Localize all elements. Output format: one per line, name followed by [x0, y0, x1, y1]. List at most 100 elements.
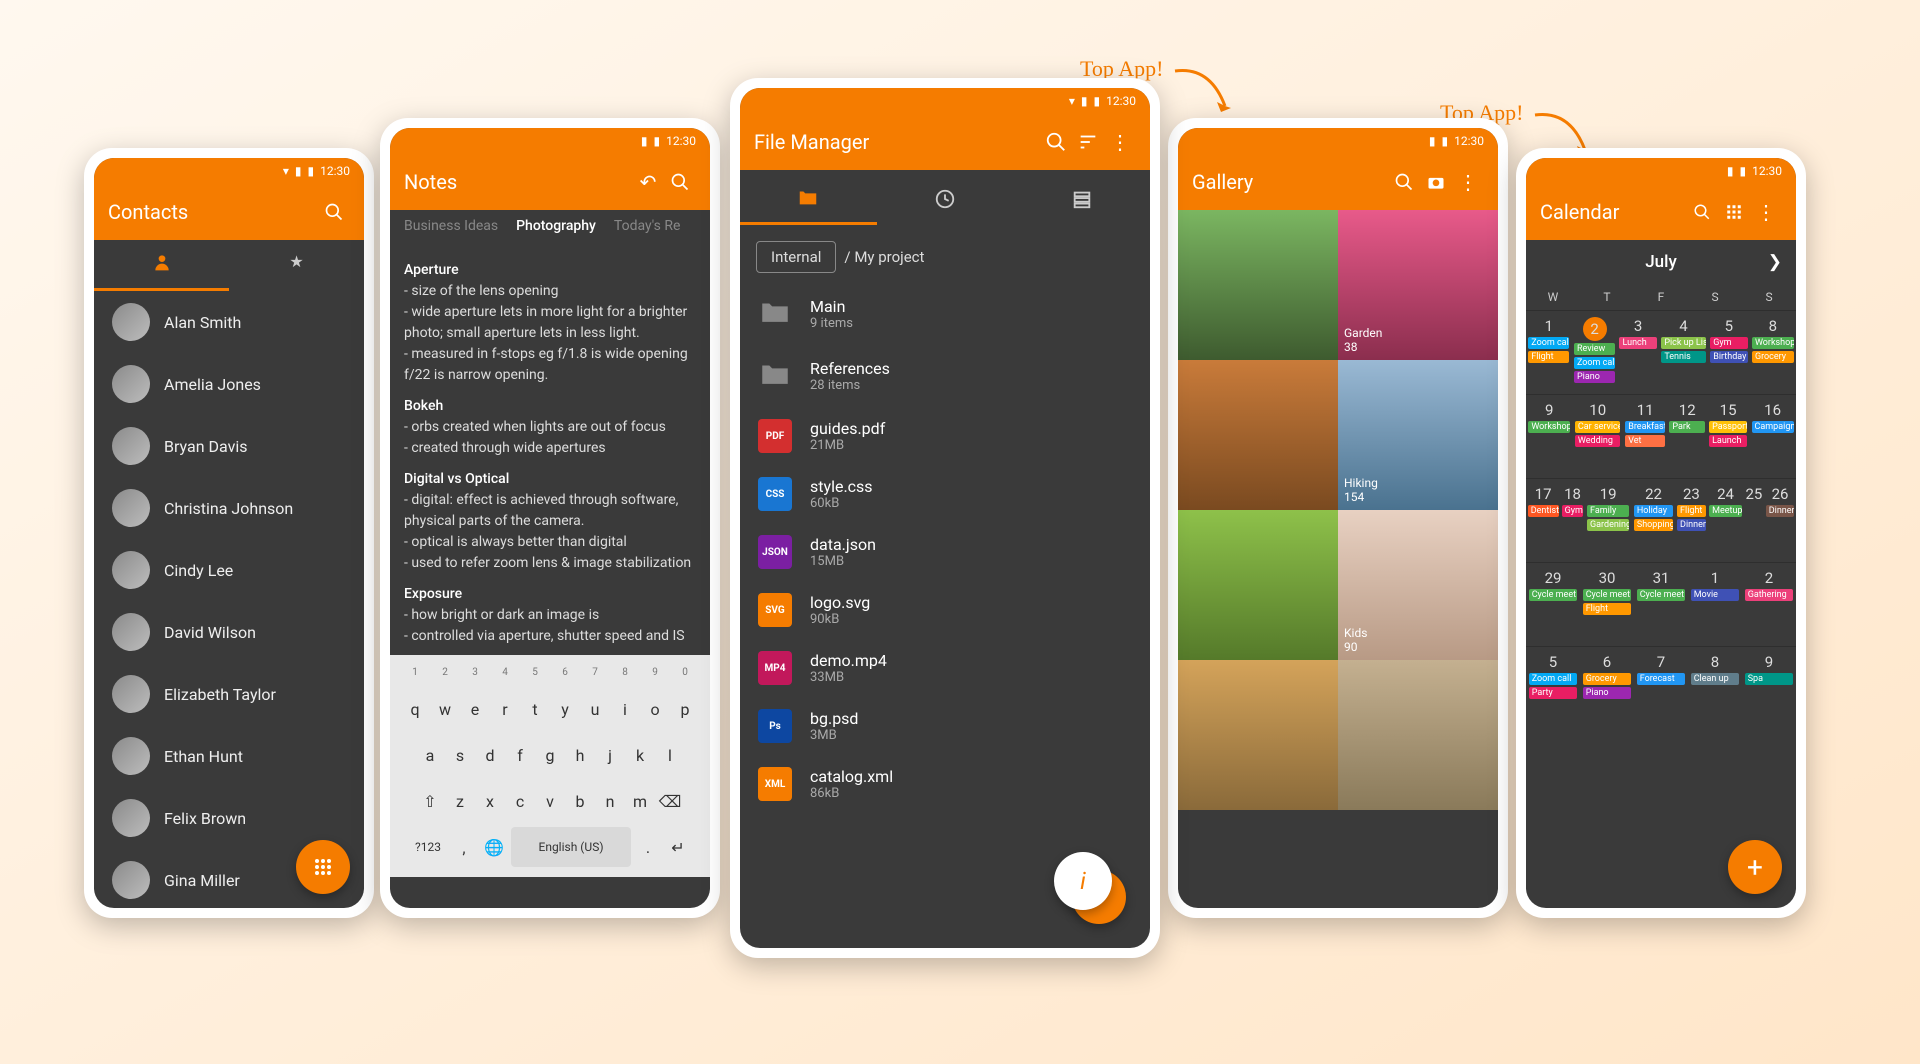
key[interactable]: 5 [522, 661, 548, 683]
date-cell[interactable]: 26Dinner [1764, 478, 1796, 562]
breadcrumb-path[interactable]: / My project [844, 248, 924, 266]
key[interactable]: k [627, 735, 653, 775]
key[interactable]: f [507, 735, 533, 775]
event-chip[interactable]: Holiday [1634, 505, 1673, 517]
event-chip[interactable]: Piano [1583, 687, 1632, 699]
contact-row[interactable]: Amelia Jones [94, 353, 364, 415]
contact-row[interactable]: Cindy Lee [94, 539, 364, 601]
album-thumb[interactable] [1178, 210, 1338, 360]
file-row[interactable]: References28 items [740, 345, 1150, 407]
info-fab[interactable]: i [1054, 852, 1112, 910]
undo-icon[interactable]: ↶ [632, 166, 664, 198]
date-grid[interactable]: 1Zoom callFlight2ReviewZoom callPiano3Lu… [1526, 310, 1796, 730]
file-list[interactable]: Main9 itemsReferences28 itemsPDFguides.p… [740, 283, 1150, 948]
date-cell[interactable]: 10Car serviceWedding [1572, 394, 1623, 478]
event-chip[interactable]: Zoom call [1574, 357, 1615, 369]
file-row[interactable]: CSSstyle.css60kB [740, 465, 1150, 523]
event-chip[interactable]: Lunch [1619, 337, 1656, 349]
event-chip[interactable]: Forecast [1637, 673, 1686, 685]
event-chip[interactable]: Clean up [1691, 673, 1740, 685]
event-chip[interactable]: Movie [1691, 589, 1740, 601]
event-chip[interactable]: Workshop [1528, 421, 1570, 433]
breadcrumb-root[interactable]: Internal [756, 241, 836, 273]
key[interactable]: l [657, 735, 683, 775]
event-chip[interactable]: Pick up Lis [1661, 337, 1705, 349]
key[interactable]: 3 [462, 661, 488, 683]
key[interactable]: m [627, 781, 653, 821]
key[interactable]: r [492, 689, 518, 729]
overflow-icon[interactable]: ⋮ [1452, 166, 1484, 198]
key[interactable]: 9 [642, 661, 668, 683]
key[interactable]: p [672, 689, 698, 729]
key[interactable]: v [537, 781, 563, 821]
date-cell[interactable]: 16Campaign [1749, 394, 1796, 478]
note-body[interactable]: Aperture- size of the lens opening- wide… [390, 242, 710, 655]
key[interactable]: b [567, 781, 593, 821]
event-chip[interactable]: Vet [1625, 435, 1665, 447]
event-chip[interactable]: Family [1587, 505, 1629, 517]
event-chip[interactable]: Gym [1710, 337, 1747, 349]
event-chip[interactable]: Meetup [1709, 505, 1742, 517]
key[interactable]: w [432, 689, 458, 729]
date-cell[interactable]: 19FamilyGardening [1585, 478, 1632, 562]
date-cell[interactable]: 8WorkshopGrocery [1750, 310, 1796, 394]
key[interactable]: h [567, 735, 593, 775]
tab-contacts[interactable] [94, 240, 229, 291]
file-row[interactable]: SVGlogo.svg90kB [740, 581, 1150, 639]
event-chip[interactable]: Park [1669, 421, 1705, 433]
event-chip[interactable]: Piano [1574, 371, 1615, 383]
search-icon[interactable] [1388, 166, 1420, 198]
date-cell[interactable]: 12Park [1667, 394, 1707, 478]
grid-icon[interactable] [1718, 196, 1750, 228]
key[interactable]: j [597, 735, 623, 775]
contact-row[interactable]: Alan Smith [94, 291, 364, 353]
key[interactable]: u [582, 689, 608, 729]
file-row[interactable]: MP4demo.mp433MB [740, 639, 1150, 697]
enter-key[interactable]: ↵ [665, 827, 691, 867]
event-chip[interactable]: Party [1529, 687, 1578, 699]
camera-icon[interactable] [1420, 166, 1452, 198]
date-cell[interactable]: 5GymBirthday [1708, 310, 1749, 394]
album-thumb[interactable]: Hiking154 [1338, 360, 1498, 510]
key[interactable]: q [402, 689, 428, 729]
contact-row[interactable]: Ethan Hunt [94, 725, 364, 787]
key[interactable]: o [642, 689, 668, 729]
key[interactable]: 1 [402, 661, 428, 683]
sort-icon[interactable] [1072, 126, 1104, 158]
key[interactable]: d [477, 735, 503, 775]
date-cell[interactable]: 2Gathering [1742, 562, 1796, 646]
event-chip[interactable]: Tennis [1661, 351, 1705, 363]
date-cell[interactable]: 2ReviewZoom callPiano [1572, 310, 1618, 394]
date-cell[interactable]: 31Cycle meet [1634, 562, 1688, 646]
file-row[interactable]: Psbg.psd3MB [740, 697, 1150, 755]
date-cell[interactable]: 11BreakfastVet [1623, 394, 1667, 478]
event-chip[interactable]: Cycle meet [1583, 589, 1632, 601]
event-chip[interactable]: Wedding [1575, 435, 1621, 447]
chevron-right-icon[interactable]: ❯ [1768, 252, 1782, 272]
tab-storage[interactable] [1013, 178, 1150, 224]
tab-files[interactable] [740, 176, 877, 225]
file-row[interactable]: PDFguides.pdf21MB [740, 407, 1150, 465]
numeric-key[interactable]: ?123 [409, 827, 447, 867]
add-event-fab[interactable]: + [1728, 840, 1782, 894]
date-cell[interactable]: 15PassportLaunch [1707, 394, 1749, 478]
album-thumb[interactable]: Kids90 [1338, 510, 1498, 660]
key[interactable]: n [597, 781, 623, 821]
key[interactable]: g [537, 735, 563, 775]
event-chip[interactable]: Passport [1709, 421, 1747, 433]
note-tab[interactable]: Business Ideas [404, 218, 498, 234]
date-cell[interactable]: 17Dentist [1526, 478, 1560, 562]
contact-row[interactable]: Bryan Davis [94, 415, 364, 477]
note-tab[interactable]: Today's Re [614, 218, 680, 234]
comma-key[interactable]: , [451, 827, 477, 867]
file-row[interactable]: XMLcatalog.xml86kB [740, 755, 1150, 813]
file-row[interactable]: Main9 items [740, 283, 1150, 345]
contact-list[interactable]: Alan SmithAmelia JonesBryan DavisChristi… [94, 291, 364, 908]
date-cell[interactable]: 6GroceryPiano [1580, 646, 1634, 730]
album-thumb[interactable] [1178, 360, 1338, 510]
event-chip[interactable]: Gathering [1745, 589, 1794, 601]
note-tab[interactable]: Photography [516, 218, 596, 234]
album-thumb[interactable] [1178, 510, 1338, 660]
dialpad-fab[interactable] [296, 840, 350, 894]
gallery-grid[interactable]: Garden38Hiking154Kids90 [1178, 210, 1498, 908]
